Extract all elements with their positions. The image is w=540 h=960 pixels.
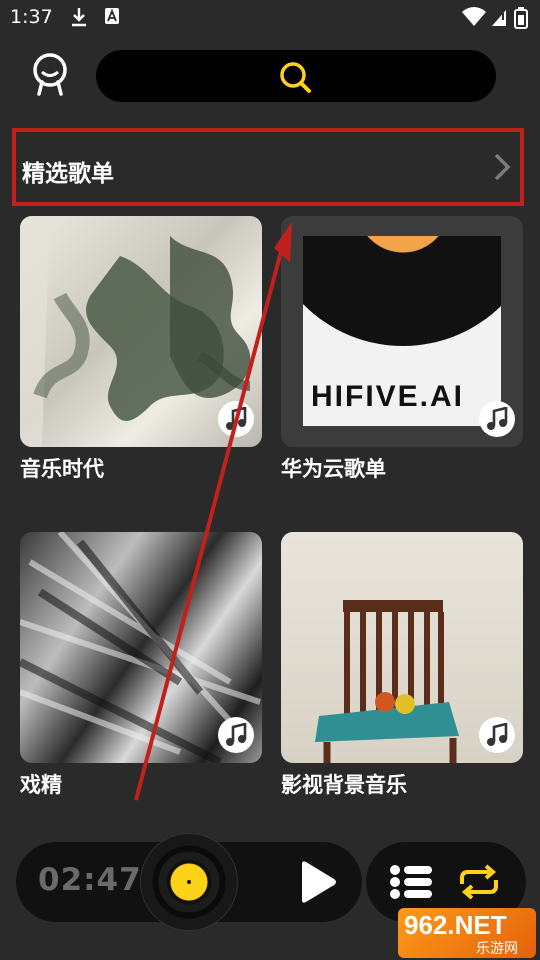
section-title: 精选歌单 — [22, 161, 114, 187]
playlist-title[interactable]: 戏精 — [20, 769, 262, 799]
battery-icon — [514, 7, 528, 29]
music-note-badge — [218, 401, 254, 437]
watermark-sub: 乐游网 — [476, 941, 518, 957]
playlist-title[interactable]: 华为云歌单 — [281, 453, 523, 483]
playlist-icon[interactable] — [390, 864, 434, 900]
site-watermark: 962.NET 乐游网 — [398, 908, 536, 958]
playlist-title[interactable]: 音乐时代 — [20, 453, 262, 483]
playlist-card[interactable]: 戏精 — [20, 532, 262, 799]
playlist-card[interactable]: 音乐时代 — [20, 216, 262, 483]
playlist-card[interactable]: HIFIVE.AI 华为云歌单 — [281, 216, 523, 483]
now-playing-disc[interactable] — [141, 834, 237, 930]
playlist-card[interactable]: 影视背景音乐 — [281, 532, 523, 799]
playlist-cover-abstract-paint[interactable] — [20, 532, 262, 763]
download-icon — [72, 8, 86, 27]
profile-avatar-icon[interactable] — [28, 52, 72, 98]
music-note-badge — [218, 717, 254, 753]
playlist-cover-plant-shadow[interactable] — [20, 216, 262, 447]
playlist-title[interactable]: 影视背景音乐 — [281, 769, 523, 799]
music-note-icon — [487, 723, 508, 746]
status-time: 1:37 — [10, 6, 53, 28]
search-bar[interactable] — [96, 50, 496, 102]
music-note-icon — [226, 723, 247, 746]
music-note-badge — [479, 717, 515, 753]
wifi-icon — [462, 7, 486, 27]
watermark-main: 962.NET — [404, 910, 507, 940]
search-icon — [280, 62, 311, 93]
repeat-icon[interactable] — [456, 864, 502, 900]
music-note-icon — [226, 407, 247, 430]
album-text: HIFIVE.AI — [311, 380, 465, 413]
playlist-cover-chair[interactable] — [281, 532, 523, 763]
chevron-right-icon[interactable] — [492, 152, 512, 182]
status-bar: 1:37 — [0, 0, 540, 36]
playlist-cover-hifive[interactable]: HIFIVE.AI — [281, 216, 523, 447]
play-icon[interactable] — [296, 860, 336, 904]
playback-time: 02:47 — [38, 862, 142, 898]
featured-playlists-header[interactable]: 精选歌单 — [12, 128, 524, 206]
music-note-icon — [487, 407, 508, 430]
cellular-signal-icon — [492, 10, 506, 26]
notification-a-icon — [105, 8, 119, 24]
music-note-badge — [479, 401, 515, 437]
